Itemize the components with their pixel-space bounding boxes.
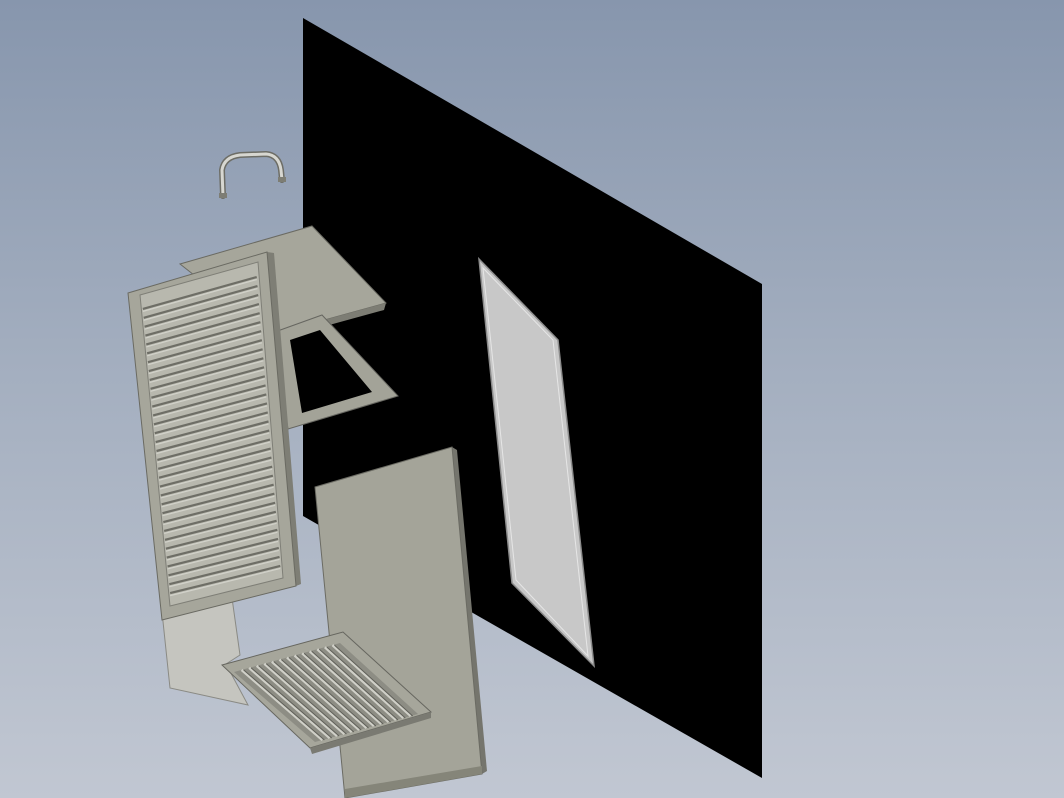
flat-cover-plate[interactable] xyxy=(314,446,487,798)
assembly-scene xyxy=(127,18,762,798)
cad-viewport[interactable] xyxy=(0,0,1064,798)
louvered-door[interactable] xyxy=(127,251,301,621)
handle[interactable] xyxy=(218,150,286,199)
